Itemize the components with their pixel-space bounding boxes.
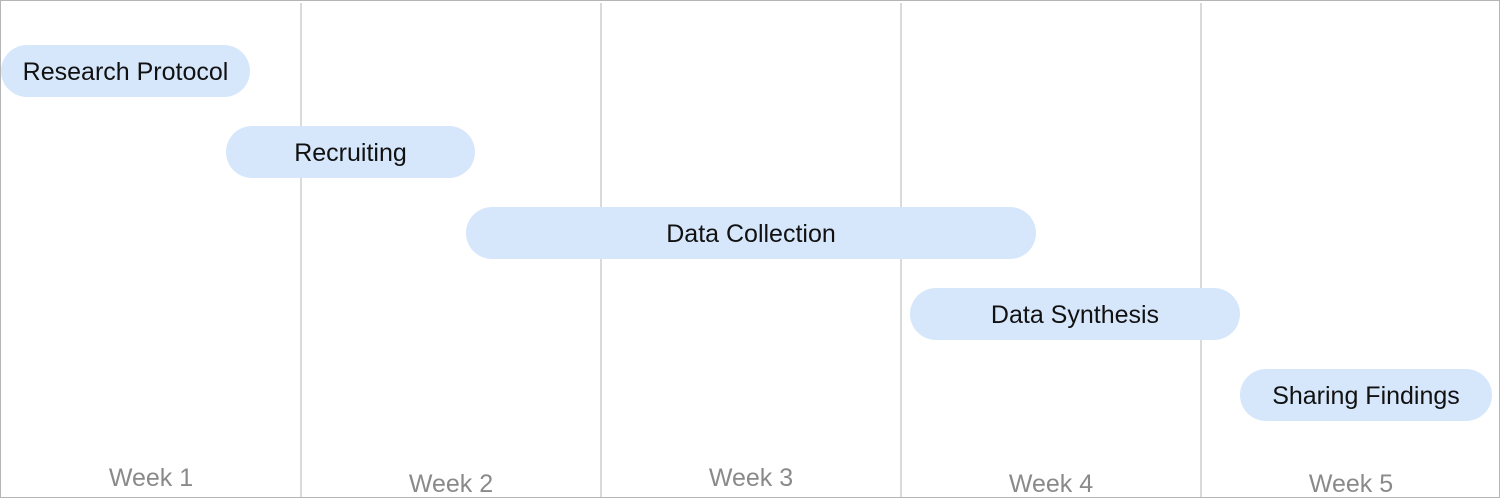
week-label-2: Week 2: [409, 470, 493, 498]
task-sharing-findings[interactable]: Sharing Findings: [1240, 369, 1492, 421]
task-label-research-protocol: Research Protocol: [23, 58, 229, 86]
task-bars: Research Protocol Recruiting Data Collecti…: [1, 45, 1492, 421]
task-label-data-collection: Data Collection: [666, 220, 836, 248]
task-label-data-synthesis: Data Synthesis: [991, 301, 1159, 329]
task-data-synthesis[interactable]: Data Synthesis: [910, 288, 1240, 340]
task-research-protocol[interactable]: Research Protocol: [1, 45, 250, 97]
chart-frame: Research Protocol Recruiting Data Collecti…: [0, 0, 1500, 498]
week-label-4: Week 4: [1009, 470, 1093, 498]
week-label-3: Week 3: [709, 464, 793, 492]
task-data-collection[interactable]: Data Collection: [466, 207, 1036, 259]
week-label-5: Week 5: [1309, 470, 1393, 498]
task-label-sharing-findings: Sharing Findings: [1272, 382, 1460, 410]
task-label-recruiting: Recruiting: [294, 139, 407, 167]
task-recruiting[interactable]: Recruiting: [226, 126, 475, 178]
week-label-1: Week 1: [109, 464, 193, 492]
gantt-chart: Research Protocol Recruiting Data Collecti…: [1, 3, 1492, 498]
